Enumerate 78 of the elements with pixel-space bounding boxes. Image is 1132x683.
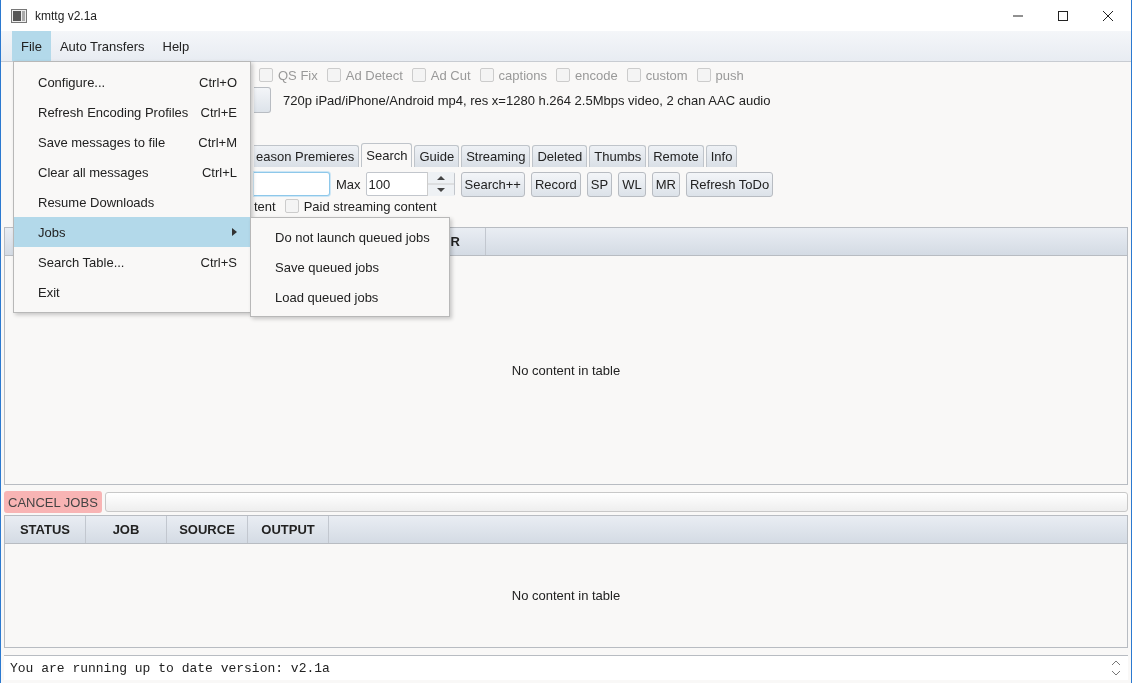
filter-label: tent (254, 198, 276, 214)
menu-entry[interactable]: Resume Downloads (14, 187, 250, 217)
tab[interactable]: Streaming (461, 145, 531, 167)
empty-table-text: No content in table (511, 588, 621, 603)
menu-item[interactable]: File (12, 31, 51, 61)
menu-entry-label: Refresh Encoding Profiles (38, 104, 189, 120)
maximize-icon[interactable] (1057, 9, 1069, 22)
column-header[interactable]: JOB (86, 516, 167, 543)
column-header[interactable]: OUTPUT (248, 516, 329, 543)
shortcut: Ctrl+L (201, 164, 237, 180)
tab[interactable]: Thumbs (589, 145, 647, 167)
menu-item[interactable]: Auto Transfers (50, 31, 154, 61)
column-header[interactable]: SOURCE (167, 516, 248, 543)
checkbox[interactable] (626, 68, 641, 82)
app-icon (11, 8, 27, 23)
menu-entry-label: Resume Downloads (38, 194, 155, 210)
tab[interactable]: Deleted (532, 145, 588, 167)
toolbar-button[interactable]: Refresh ToDo (685, 171, 774, 197)
option-label: captions (498, 67, 547, 83)
menu-entry-label: Configure... (38, 74, 106, 90)
shortcut: Ctrl+M (198, 134, 237, 150)
profile-button[interactable] (254, 87, 271, 113)
menu-entry[interactable]: Clear all messages Ctrl+L (14, 157, 250, 187)
menu-entry-label: Search Table... (38, 254, 125, 270)
max-label: Max (336, 176, 361, 192)
toolbar-button[interactable]: Search++ (460, 171, 525, 197)
filter-label: Paid streaming content (303, 198, 437, 214)
menu-entry[interactable]: Exit (14, 277, 250, 307)
option-label: Ad Detect (345, 67, 403, 83)
checkbox[interactable] (479, 68, 494, 82)
shortcut: Ctrl+S (200, 254, 237, 270)
menu-item[interactable]: Help (153, 31, 199, 61)
toolbar-button[interactable]: SP (586, 171, 613, 197)
tab[interactable]: Info (705, 145, 738, 167)
menu-entry-label: Clear all messages (38, 164, 149, 180)
shortcut: Ctrl+O (199, 74, 237, 90)
menu-entry[interactable]: Configure... Ctrl+O (14, 67, 250, 97)
menu-entry[interactable]: Load queued jobs (251, 282, 449, 312)
close-icon[interactable] (1102, 9, 1114, 22)
tab[interactable]: Remote (648, 145, 704, 167)
option-label: push (715, 67, 744, 83)
option-label: QS Fix (278, 67, 318, 83)
checkbox[interactable] (696, 68, 711, 82)
checkbox[interactable] (411, 68, 426, 82)
tab[interactable]: eason Premieres (254, 145, 360, 167)
checkbox[interactable] (556, 68, 570, 82)
menu-entry-label: Jobs (38, 224, 66, 240)
menu-entry[interactable]: Search Table... Ctrl+S (14, 247, 250, 277)
column-header[interactable]: STATUS (5, 516, 86, 543)
menu-entry[interactable]: Save queued jobs (251, 252, 449, 282)
menu-entry[interactable]: Save messages to file Ctrl+M (14, 127, 250, 157)
toolbar-button[interactable]: MR (651, 171, 680, 197)
menu-entry-label: Exit (38, 284, 60, 300)
tab[interactable]: Search (361, 143, 413, 167)
option-label: encode (575, 67, 618, 83)
menu-entry[interactable]: Jobs (14, 217, 250, 247)
submenu-arrow-icon (232, 228, 237, 236)
shortcut: Ctrl+E (200, 104, 237, 120)
toolbar-button[interactable]: WL (618, 171, 646, 197)
window-title: kmttg v2.1a (35, 8, 98, 23)
cancel-jobs-button[interactable]: CANCEL JOBS (4, 491, 102, 513)
spinner-arrows-icon[interactable] (426, 172, 454, 196)
empty-table-text: No content in table (511, 362, 621, 378)
tab[interactable]: Guide (414, 145, 460, 167)
search-field[interactable] (254, 172, 330, 196)
message-line: You are running up to date version: v2.1a (10, 660, 330, 676)
checkbox[interactable] (284, 199, 299, 213)
scroll-arrows-icon[interactable] (1110, 658, 1122, 678)
toolbar-button[interactable]: Record (530, 171, 581, 197)
max-spinner[interactable]: 100 (365, 172, 455, 196)
option-label: Ad Cut (430, 67, 471, 83)
option-label: custom (645, 67, 688, 83)
menu-entry[interactable]: Refresh Encoding Profiles Ctrl+E (14, 97, 250, 127)
checkbox[interactable] (259, 68, 273, 82)
menu-entry[interactable]: Do not launch queued jobs (251, 222, 449, 252)
checkbox[interactable] (326, 68, 341, 82)
menu-entry-label: Save messages to file (38, 134, 166, 150)
encoding-description: 720p iPad/iPhone/Android mp4, res x=1280 h.264 2.5Mbps video, 2 chan AAC audio (283, 92, 771, 108)
